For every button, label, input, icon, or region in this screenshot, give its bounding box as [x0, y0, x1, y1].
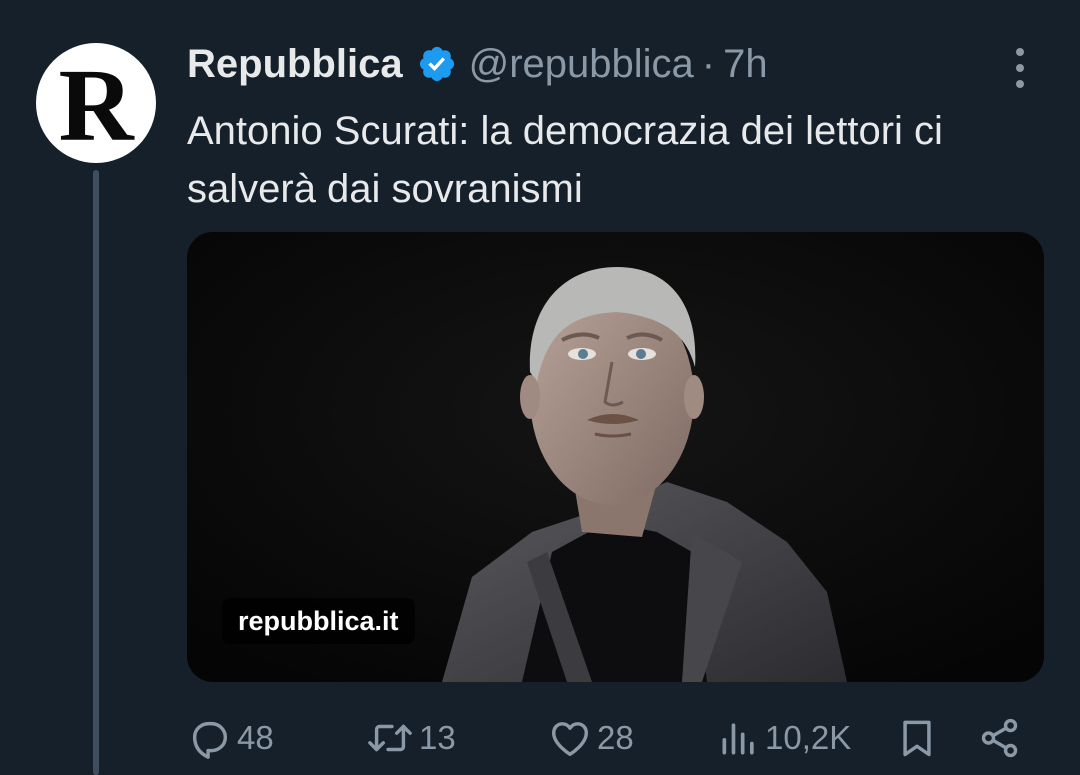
separator-dot: · — [701, 41, 716, 86]
tweet-header: Repubblica @repubblica · 7h — [187, 38, 768, 90]
link-domain-label: repubblica.it — [222, 598, 415, 644]
share-icon — [977, 715, 1023, 761]
views-count: 10,2K — [765, 719, 852, 756]
heart-icon — [547, 715, 593, 761]
avatar[interactable]: R — [36, 43, 156, 163]
verified-badge-icon[interactable] — [417, 44, 457, 84]
retweet-button[interactable]: 13 — [365, 710, 456, 766]
like-count: 28 — [597, 719, 634, 756]
views-button[interactable]: 10,2K — [717, 710, 851, 766]
reply-icon — [187, 715, 233, 761]
timestamp[interactable]: 7h — [723, 42, 768, 87]
reply-button[interactable]: 48 — [187, 710, 274, 766]
like-button[interactable]: 28 — [547, 710, 634, 766]
avatar-logo: R — [58, 48, 134, 163]
action-bar: 48 13 28 10,2K — [187, 710, 1027, 766]
retweet-icon — [365, 715, 415, 761]
bookmark-icon — [895, 715, 939, 761]
more-options-icon[interactable] — [1008, 48, 1032, 88]
share-button[interactable] — [977, 710, 1023, 766]
bookmark-button[interactable] — [895, 710, 939, 766]
reply-count: 48 — [237, 719, 274, 756]
tweet-text: Antonio Scurati: la democrazia dei letto… — [187, 109, 943, 211]
handle[interactable]: @repubblica — [469, 42, 694, 87]
thread-line — [93, 170, 99, 775]
display-name[interactable]: Repubblica — [187, 42, 403, 87]
views-icon — [717, 715, 761, 761]
tweet: R Repubblica @repubblica · 7h Antonio Sc… — [0, 0, 1080, 775]
retweet-count: 13 — [419, 719, 456, 756]
